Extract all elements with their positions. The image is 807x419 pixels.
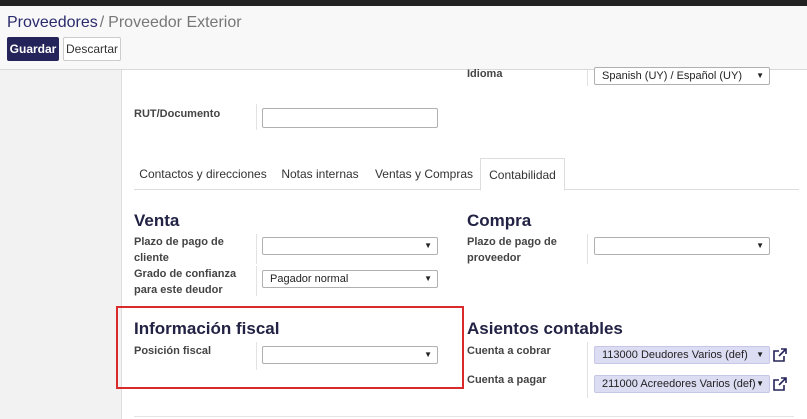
caret-down-icon: ▼: [756, 379, 764, 388]
field-divider: [587, 234, 588, 264]
field-divider: [587, 70, 588, 86]
cuenta-pagar-value: 211000 Acreedores Varios (def): [602, 378, 756, 390]
venta-section-title: Venta: [134, 211, 180, 230]
idioma-select-value: Spanish (UY) / Español (UY): [602, 70, 742, 82]
external-link-icon[interactable]: [772, 347, 788, 363]
plazo-cliente-select[interactable]: ▼: [262, 237, 438, 255]
breadcrumb-separator: /: [99, 14, 105, 31]
breadcrumb-parent-link[interactable]: Proveedores: [7, 14, 98, 31]
highlight-box: [116, 306, 464, 389]
compra-section-title: Compra: [467, 211, 532, 230]
discard-button[interactable]: Descartar: [63, 37, 121, 61]
field-divider: [256, 266, 257, 296]
cuenta-cobrar-select[interactable]: 113000 Deudores Varios (def) ▼: [594, 346, 770, 364]
tab-ventas-compras[interactable]: Ventas y Compras: [368, 158, 480, 190]
cuenta-cobrar-label: Cuenta a cobrar: [467, 345, 551, 357]
tab-notas-internas[interactable]: Notas internas: [272, 158, 368, 190]
grado-confianza-label: Grado de confianza para este deudor: [134, 268, 237, 296]
breadcrumb: Proveedores / Proveedor Exterior: [7, 14, 242, 32]
section-divider: [134, 416, 794, 417]
breadcrumb-current: Proveedor Exterior: [108, 14, 242, 31]
plazo-cliente-label: Plazo de pago de cliente: [134, 236, 224, 264]
tab-contabilidad[interactable]: Contabilidad: [480, 158, 565, 191]
save-button[interactable]: Guardar: [7, 37, 59, 61]
field-divider: [256, 104, 257, 130]
cuenta-cobrar-value: 113000 Deudores Varios (def): [602, 349, 748, 361]
rut-label: RUT/Documento: [134, 108, 221, 120]
grado-confianza-select[interactable]: Pagador normal ▼: [262, 270, 438, 288]
caret-down-icon: ▼: [424, 241, 432, 250]
grado-confianza-value: Pagador normal: [270, 273, 349, 285]
field-divider: [587, 342, 588, 398]
caret-down-icon: ▼: [424, 274, 432, 283]
tab-contactos[interactable]: Contactos y direcciones: [134, 158, 272, 190]
field-divider: [256, 234, 257, 264]
external-link-icon[interactable]: [772, 376, 788, 392]
cuenta-pagar-label: Cuenta a pagar: [467, 374, 547, 386]
rut-input[interactable]: [262, 108, 438, 128]
control-panel: Proveedores / Proveedor Exterior Guardar D…: [0, 6, 807, 70]
cuenta-pagar-select[interactable]: 211000 Acreedores Varios (def) ▼: [594, 375, 770, 393]
asientos-section-title: Asientos contables: [467, 319, 623, 338]
plazo-proveedor-label: Plazo de pago de proveedor: [467, 236, 557, 264]
plazo-proveedor-select[interactable]: ▼: [594, 237, 770, 255]
idioma-select[interactable]: Spanish (UY) / Español (UY) ▼: [594, 67, 770, 85]
idioma-label: Idioma: [467, 68, 503, 80]
notebook-tabs: Contactos y direcciones Notas internas V…: [134, 158, 799, 191]
caret-down-icon: ▼: [756, 71, 764, 80]
caret-down-icon: ▼: [756, 350, 764, 359]
caret-down-icon: ▼: [756, 241, 764, 250]
